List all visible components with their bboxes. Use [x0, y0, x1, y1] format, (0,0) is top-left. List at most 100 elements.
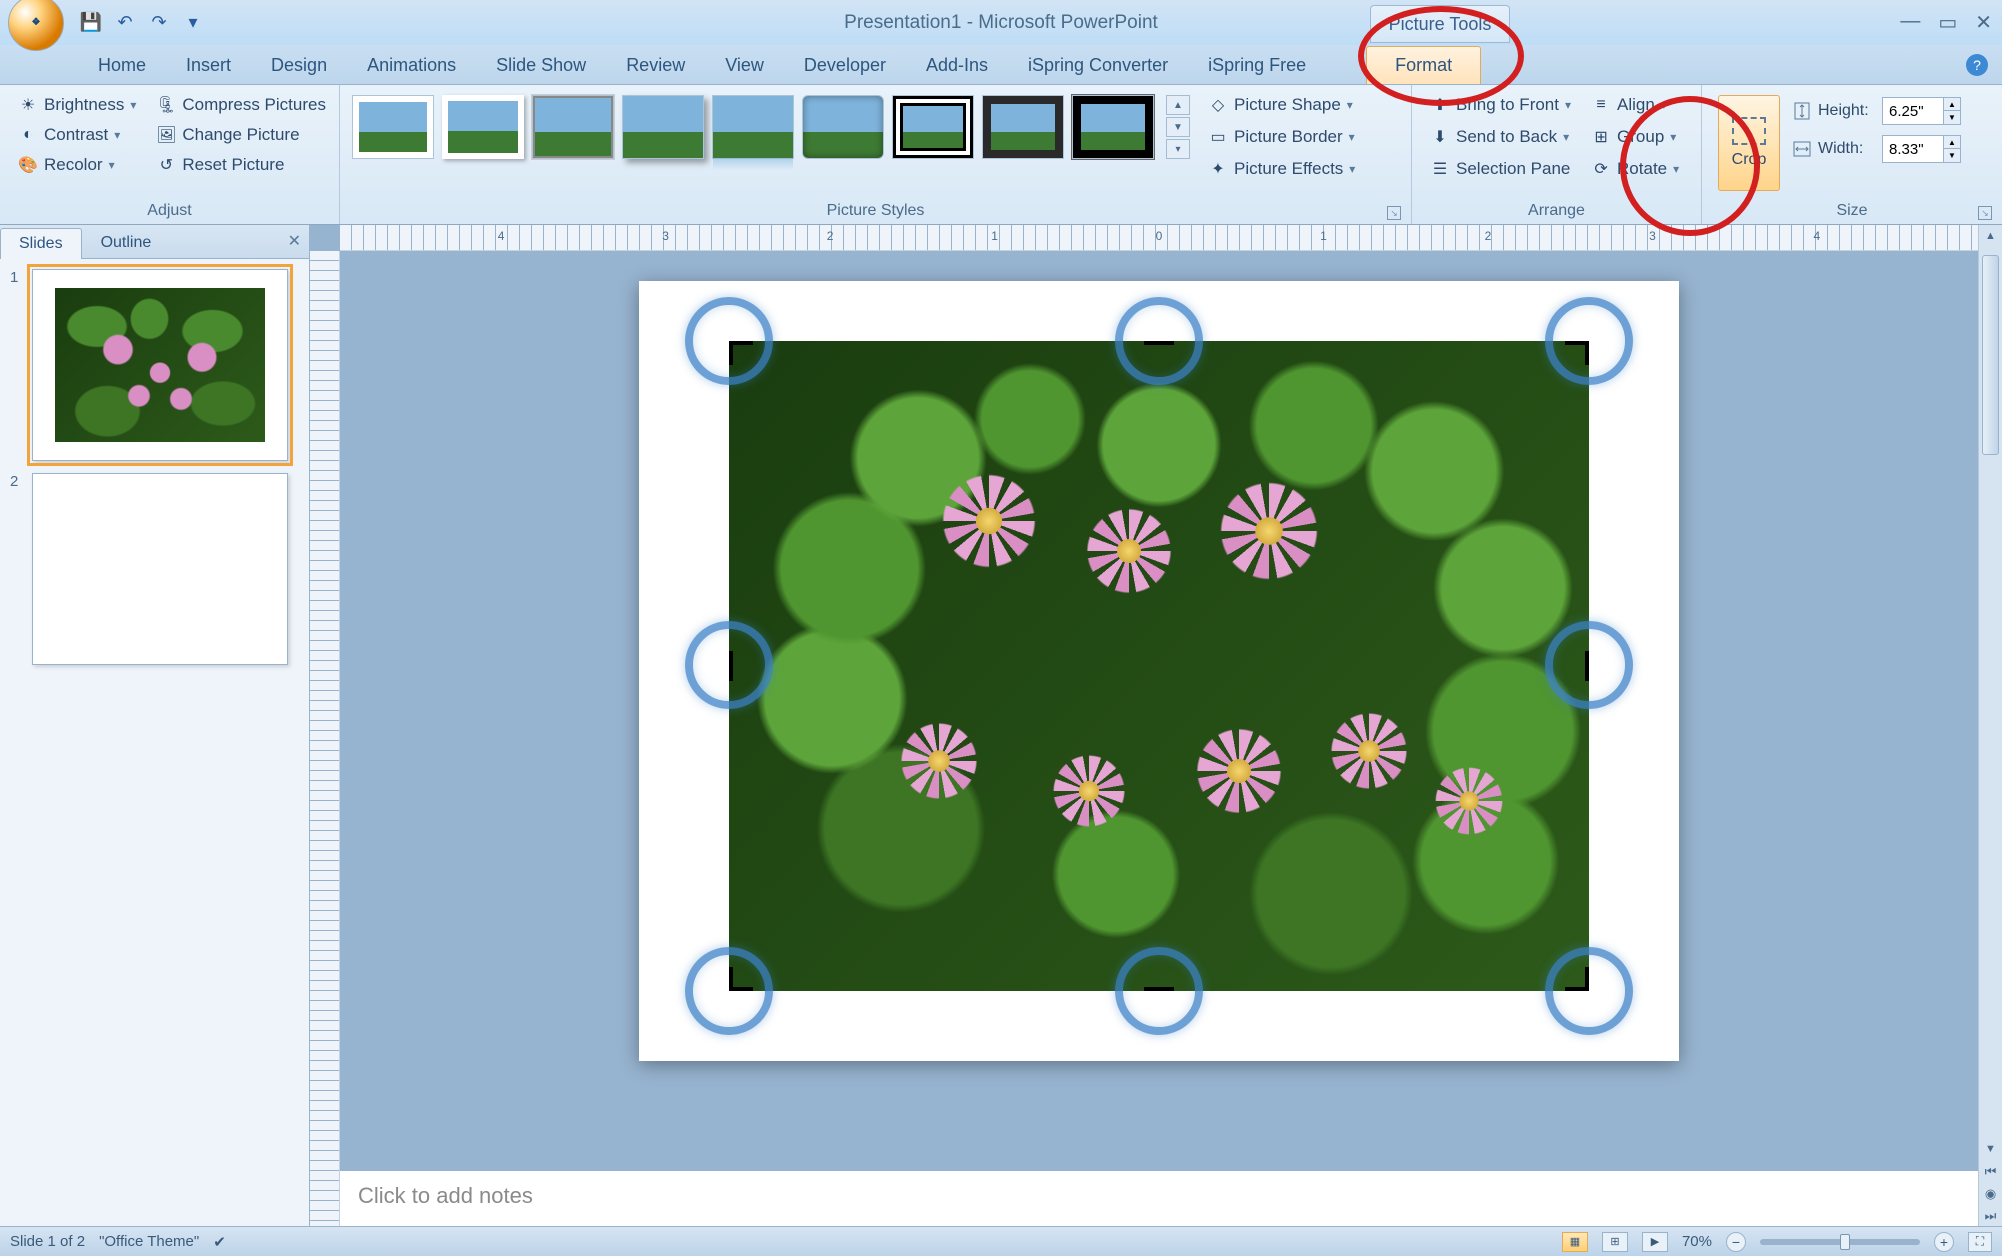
spellcheck-icon[interactable]: ✔: [213, 1233, 226, 1251]
send-to-back-button[interactable]: ⬇Send to Back: [1426, 125, 1575, 149]
vertical-scrollbar[interactable]: ▲ ▼ ⏮ ◉ ⏭: [1978, 225, 2002, 1226]
style-thumb-6[interactable]: [802, 95, 884, 159]
selection-pane-button[interactable]: ☰Selection Pane: [1426, 157, 1575, 181]
group-button[interactable]: ⊞Group: [1587, 125, 1683, 149]
view-sorter-button[interactable]: ⊞: [1602, 1232, 1628, 1252]
slide-canvas[interactable]: [340, 251, 1978, 1170]
save-icon[interactable]: 💾: [78, 10, 104, 36]
height-up[interactable]: ▲: [1944, 98, 1960, 111]
tab-ispring-converter[interactable]: iSpring Converter: [1008, 47, 1188, 84]
group-label-adjust: Adjust: [8, 199, 331, 224]
fit-to-window-button[interactable]: ⛶: [1968, 1232, 1992, 1252]
selected-picture[interactable]: [729, 341, 1589, 991]
crop-handle-tl[interactable]: [729, 341, 753, 365]
minimize-button[interactable]: —: [1900, 10, 1920, 35]
width-spinner[interactable]: ▲▼: [1882, 135, 1961, 163]
scroll-up[interactable]: ▲: [1979, 225, 2002, 247]
contextual-tab-picture-tools[interactable]: Picture Tools: [1370, 5, 1510, 43]
rotate-button[interactable]: ⟳Rotate: [1587, 157, 1683, 181]
crop-handle-bottom[interactable]: [1144, 987, 1174, 991]
width-up[interactable]: ▲: [1944, 136, 1960, 149]
crop-icon: [1732, 117, 1766, 145]
tab-home[interactable]: Home: [78, 47, 166, 84]
height-down[interactable]: ▼: [1944, 111, 1960, 124]
view-normal-button[interactable]: ▦: [1562, 1232, 1588, 1252]
size-dialog-launcher[interactable]: ↘: [1978, 206, 1992, 220]
restore-button[interactable]: ▭: [1938, 10, 1957, 35]
crop-button[interactable]: Crop: [1718, 95, 1780, 191]
tab-insert[interactable]: Insert: [166, 47, 251, 84]
zoom-percentage[interactable]: 70%: [1682, 1233, 1712, 1250]
picture-shape-button[interactable]: ◇Picture Shape: [1204, 93, 1359, 117]
tab-slideshow[interactable]: Slide Show: [476, 47, 606, 84]
redo-icon[interactable]: ↷: [146, 10, 172, 36]
crop-handle-top[interactable]: [1144, 341, 1174, 345]
compress-pictures-button[interactable]: 🗜Compress Pictures: [152, 93, 330, 117]
style-thumb-3[interactable]: [532, 95, 614, 159]
gallery-more[interactable]: ▾: [1166, 139, 1190, 159]
scroll-thumb[interactable]: [1982, 255, 1999, 455]
style-thumb-5[interactable]: [712, 95, 794, 159]
next-slide-button[interactable]: ⏭: [1979, 1206, 2002, 1226]
align-button[interactable]: ≡Align: [1587, 93, 1683, 117]
tab-view[interactable]: View: [705, 47, 784, 84]
prev-slide-button[interactable]: ⏮: [1979, 1162, 2002, 1182]
crop-handle-br[interactable]: [1565, 967, 1589, 991]
width-down[interactable]: ▼: [1944, 149, 1960, 162]
style-thumb-7[interactable]: [892, 95, 974, 159]
tab-ispring-free[interactable]: iSpring Free: [1188, 47, 1326, 84]
tab-animations[interactable]: Animations: [347, 47, 476, 84]
style-thumb-2[interactable]: [442, 95, 524, 159]
undo-icon[interactable]: ↶: [112, 10, 138, 36]
notes-pane[interactable]: Click to add notes: [340, 1170, 1978, 1226]
crop-handle-tr[interactable]: [1565, 341, 1589, 365]
crop-handle-bl[interactable]: [729, 967, 753, 991]
picture-effects-button[interactable]: ✦Picture Effects: [1204, 157, 1359, 181]
scroll-down[interactable]: ▼: [1979, 1138, 2002, 1160]
zoom-out-button[interactable]: −: [1726, 1232, 1746, 1252]
bring-to-front-button[interactable]: ⬆Bring to Front: [1426, 93, 1575, 117]
slides-tab[interactable]: Slides: [0, 228, 82, 259]
status-slide: Slide 1 of 2: [10, 1233, 85, 1250]
picture-border-button[interactable]: ▭Picture Border: [1204, 125, 1359, 149]
zoom-slider[interactable]: [1760, 1239, 1920, 1245]
browse-button[interactable]: ◉: [1979, 1184, 2002, 1204]
crop-handle-right[interactable]: [1585, 651, 1589, 681]
gallery-up[interactable]: ▲: [1166, 95, 1190, 115]
slide[interactable]: [639, 281, 1679, 1061]
office-button[interactable]: ❖: [8, 0, 64, 51]
slide-thumbnail-1[interactable]: [32, 269, 288, 461]
slide-thumbnail-2[interactable]: [32, 473, 288, 665]
style-thumb-9[interactable]: [1072, 95, 1154, 159]
style-thumb-8[interactable]: [982, 95, 1064, 159]
gallery-down[interactable]: ▼: [1166, 117, 1190, 137]
close-button[interactable]: ✕: [1975, 10, 1992, 35]
crop-handle-left[interactable]: [729, 651, 733, 681]
status-theme: "Office Theme": [99, 1233, 199, 1250]
view-slideshow-button[interactable]: ▶: [1642, 1232, 1668, 1252]
height-spinner[interactable]: ▲▼: [1882, 97, 1961, 125]
panel-close-button[interactable]: ✕: [288, 231, 301, 251]
tab-review[interactable]: Review: [606, 47, 705, 84]
styles-dialog-launcher[interactable]: ↘: [1387, 206, 1401, 220]
zoom-in-button[interactable]: +: [1934, 1232, 1954, 1252]
width-input[interactable]: [1883, 141, 1943, 158]
height-input[interactable]: [1883, 103, 1943, 120]
qat-more-icon[interactable]: ▾: [180, 10, 206, 36]
change-picture-button[interactable]: 🖼Change Picture: [152, 123, 330, 147]
style-thumb-4[interactable]: [622, 95, 704, 159]
reset-picture-button[interactable]: ↺Reset Picture: [152, 153, 330, 177]
outline-tab[interactable]: Outline: [82, 227, 171, 258]
tab-design[interactable]: Design: [251, 47, 347, 84]
tab-addins[interactable]: Add-Ins: [906, 47, 1008, 84]
contrast-icon: ◐: [18, 125, 38, 145]
brightness-button[interactable]: ☀Brightness: [14, 93, 140, 117]
tab-developer[interactable]: Developer: [784, 47, 906, 84]
help-icon[interactable]: ?: [1966, 54, 1988, 76]
style-thumb-1[interactable]: [352, 95, 434, 159]
vertical-ruler: [310, 251, 340, 1226]
horizontal-ruler: 432101234: [340, 225, 1978, 251]
recolor-button[interactable]: 🎨Recolor: [14, 153, 140, 177]
tab-format[interactable]: Format: [1366, 46, 1481, 84]
contrast-button[interactable]: ◐Contrast: [14, 123, 140, 147]
